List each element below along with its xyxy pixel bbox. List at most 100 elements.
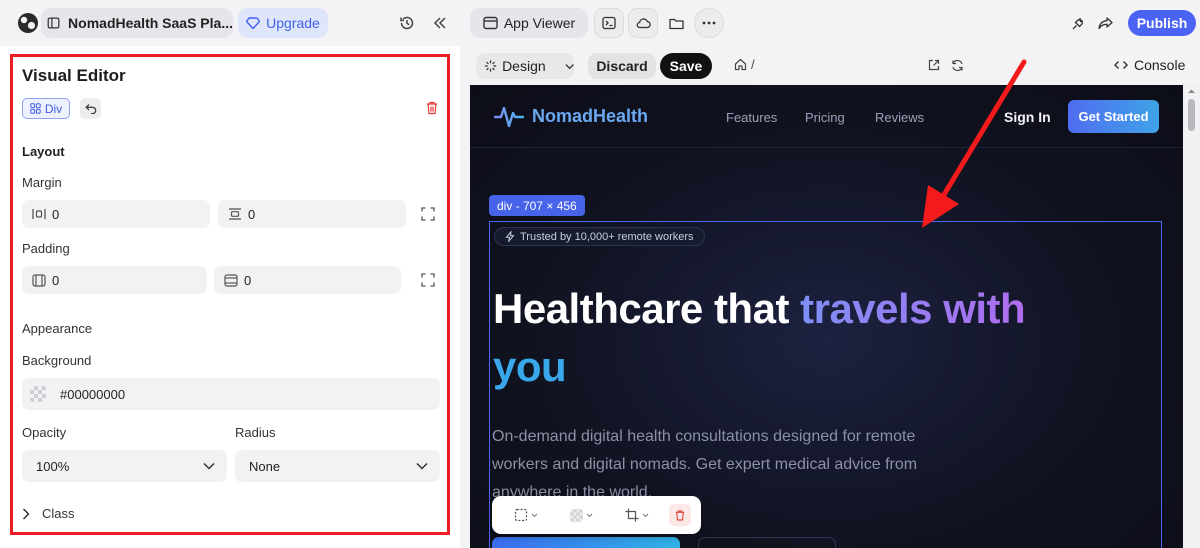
chevron-down-icon[interactable]: [565, 63, 574, 70]
background-color-field[interactable]: #00000000: [22, 378, 440, 410]
folder-icon: [668, 18, 684, 29]
chevron-down-icon: [416, 462, 428, 470]
secondary-cta-button[interactable]: [698, 537, 836, 548]
route-breadcrumb[interactable]: /: [734, 57, 755, 72]
undo-icon: [84, 104, 96, 114]
chevron-down-icon: [642, 513, 649, 517]
hero-heading-line2: you: [493, 343, 567, 390]
trust-badge-text: Trusted by 10,000+ remote workers: [520, 230, 694, 243]
undo-button[interactable]: [80, 98, 101, 119]
get-started-button[interactable]: Get Started: [1068, 100, 1159, 133]
terminal-button[interactable]: [594, 8, 624, 38]
padding-vertical-field[interactable]: 0: [214, 266, 401, 294]
refresh-icon[interactable]: [951, 59, 964, 72]
nav-link-pricing[interactable]: Pricing: [805, 110, 845, 125]
design-label: Design: [502, 58, 546, 74]
project-selector[interactable]: NomadHealth SaaS Pla...: [41, 8, 233, 38]
margin-horizontal-field[interactable]: 0: [22, 200, 210, 228]
appearance-heading: Appearance: [22, 321, 93, 336]
margin-horizontal-value: 0: [52, 206, 60, 222]
chevron-down-icon: [531, 513, 538, 517]
app-preview-panel: Design Discard Save / Console NomadHealt…: [470, 46, 1200, 548]
padding-horizontal-field[interactable]: 0: [22, 266, 207, 294]
share-icon: [1097, 17, 1113, 30]
app-viewer-tab[interactable]: App Viewer: [470, 8, 588, 38]
discard-button[interactable]: Discard: [588, 53, 656, 79]
chevron-down-icon: [203, 462, 215, 470]
margin-vertical-value: 0: [248, 206, 256, 222]
hero-heading-plain: Healthcare that: [493, 285, 801, 332]
margin-horizontal-icon: [32, 209, 46, 219]
history-button[interactable]: [393, 9, 421, 37]
upgrade-button[interactable]: Upgrade: [238, 8, 328, 38]
pulse-logo-icon: [494, 106, 524, 128]
opacity-select[interactable]: 100%: [22, 450, 227, 482]
opacity-label: Opacity: [22, 425, 67, 440]
transparent-swatch-icon[interactable]: [30, 386, 46, 402]
delete-element-icon[interactable]: [426, 101, 438, 115]
home-icon: [734, 58, 747, 71]
site-preview[interactable]: NomadHealth Features Pricing Reviews Sig…: [470, 85, 1183, 548]
route-path: /: [751, 57, 755, 72]
fill-tool[interactable]: [558, 508, 606, 522]
marquee-select-icon: [514, 508, 527, 522]
margin-expand-icon[interactable]: [421, 207, 435, 221]
terminal-icon: [602, 16, 616, 30]
app-viewer-label: App Viewer: [503, 15, 576, 31]
scroll-up-icon[interactable]: [1187, 88, 1196, 94]
save-button[interactable]: Save: [660, 53, 712, 79]
more-dots-icon: [702, 21, 716, 25]
background-color-value: #00000000: [60, 386, 126, 402]
visual-editor-panel: Visual Editor Div Layout Margin 0 0 Padd…: [0, 46, 460, 548]
nav-link-features[interactable]: Features: [726, 110, 777, 125]
padding-expand-icon[interactable]: [421, 273, 435, 287]
background-label: Background: [22, 353, 92, 368]
element-grid-icon: [30, 103, 41, 114]
console-button[interactable]: Console: [1114, 57, 1185, 73]
trust-badge: Trusted by 10,000+ remote workers: [494, 227, 705, 246]
margin-vertical-icon: [229, 208, 241, 220]
cloud-button[interactable]: [628, 8, 658, 38]
upgrade-label: Upgrade: [266, 15, 320, 31]
scrollbar-thumb[interactable]: [1188, 99, 1195, 131]
app-logo-icon[interactable]: [17, 12, 39, 34]
design-mode-button[interactable]: Design: [476, 53, 574, 79]
class-label: Class: [42, 506, 75, 521]
open-external-icon[interactable]: [928, 59, 940, 71]
site-brand[interactable]: NomadHealth: [494, 103, 648, 129]
cloud-icon: [636, 18, 651, 29]
select-tool[interactable]: [502, 508, 550, 522]
site-navbar: NomadHealth Features Pricing Reviews Sig…: [470, 85, 1183, 148]
window-icon: [483, 16, 498, 30]
share-button[interactable]: [1091, 9, 1119, 37]
publish-button[interactable]: Publish: [1128, 10, 1196, 36]
class-section-toggle[interactable]: Class: [22, 506, 75, 521]
panel-title: Visual Editor: [22, 66, 126, 85]
delete-button[interactable]: [669, 504, 691, 526]
radius-select[interactable]: None: [235, 450, 440, 482]
margin-vertical-field[interactable]: 0: [218, 200, 406, 228]
nav-link-reviews[interactable]: Reviews: [875, 110, 924, 125]
sidebar-toggle-icon[interactable]: [47, 15, 60, 31]
more-button[interactable]: [694, 8, 724, 38]
plug-icon: [1072, 17, 1083, 29]
margin-label: Margin: [22, 175, 62, 190]
element-action-toolbar: [492, 496, 701, 534]
double-chevron-left-icon: [433, 17, 446, 29]
collapse-panel-button[interactable]: [426, 9, 454, 37]
integrations-button[interactable]: [1064, 9, 1092, 37]
element-type-badge[interactable]: Div: [22, 98, 70, 119]
top-bar: NomadHealth SaaS Pla... Upgrade App View…: [0, 0, 1200, 46]
padding-label: Padding: [22, 241, 70, 256]
files-button[interactable]: [662, 9, 690, 37]
primary-cta-button[interactable]: [492, 537, 680, 548]
crop-icon: [625, 508, 639, 522]
layout-heading: Layout: [22, 144, 65, 159]
code-icon: [1114, 61, 1128, 69]
lightning-icon: [505, 231, 515, 242]
console-label: Console: [1134, 57, 1186, 73]
preview-toolbar: Design Discard Save / Console: [470, 46, 1200, 84]
sign-in-link[interactable]: Sign In: [1004, 109, 1051, 125]
crop-tool[interactable]: [613, 508, 661, 522]
preview-scrollbar[interactable]: [1183, 85, 1200, 548]
